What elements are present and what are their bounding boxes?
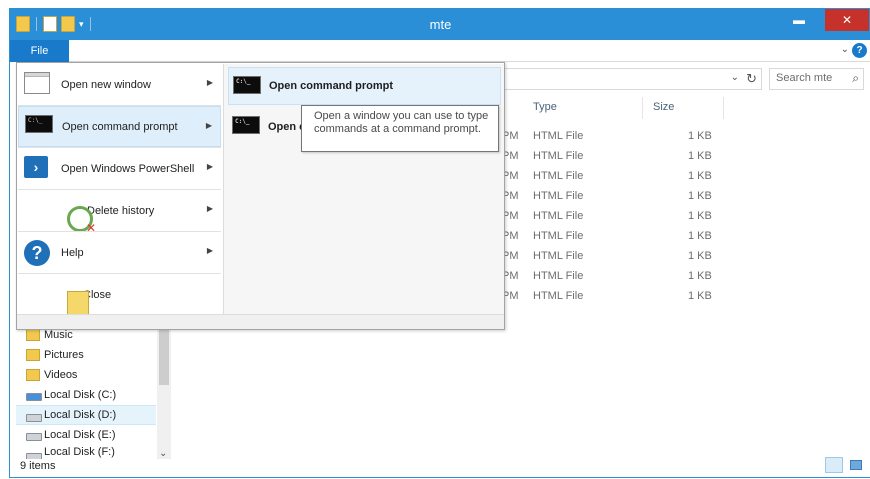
nav-item-label: Videos [44, 369, 78, 381]
size-cell: 1 KB [688, 130, 712, 142]
menu-item-open-new-window[interactable]: Open new window ▶ [18, 64, 221, 105]
menu-item-delete-history[interactable]: ✕ Delete history ▶ [18, 190, 221, 235]
submenu-item-open-command-prompt[interactable]: C:\_ Open command prompt [228, 67, 501, 105]
powershell-icon: › [24, 156, 48, 178]
nav-item-local-disk-d[interactable]: Local Disk (D:) [16, 405, 156, 425]
nav-scrollbar[interactable]: ⌄ [157, 325, 171, 459]
submenu-item-label: Open command prompt [269, 80, 394, 92]
customize-toolbar-icon[interactable]: ▾ [79, 19, 84, 30]
minimize-button[interactable]: ▬ [785, 9, 813, 31]
help-icon: ? [24, 240, 50, 266]
nav-item-local-disk-c[interactable]: Local Disk (C:) [16, 385, 156, 405]
submenu-arrow-icon: ▶ [206, 246, 213, 255]
command-prompt-icon: C:\_ [25, 115, 53, 133]
submenu-item-label: Open c [268, 121, 306, 133]
nav-item-pictures[interactable]: Pictures [16, 345, 156, 365]
menu-item-open-command-prompt[interactable]: C:\_ Open command prompt ▶ [18, 106, 221, 147]
nav-item-label: Pictures [44, 349, 84, 361]
item-count: 9 items [20, 460, 56, 472]
type-cell: HTML File [533, 170, 584, 182]
chevron-down-icon[interactable]: ⌄ [731, 72, 739, 83]
help-icon[interactable]: ? [852, 43, 867, 58]
details-view-icon[interactable] [825, 457, 843, 473]
type-cell: HTML File [533, 150, 584, 162]
search-input[interactable]: Search mte ⌕ [769, 68, 864, 90]
column-divider[interactable] [642, 97, 643, 119]
type-cell: HTML File [533, 250, 584, 262]
type-cell: HTML File [533, 230, 584, 242]
quick-access-toolbar: ▾ [16, 16, 93, 32]
menu-item-help[interactable]: ? Help ▶ [18, 232, 221, 273]
size-cell: 1 KB [688, 170, 712, 182]
type-cell: HTML File [533, 290, 584, 302]
ribbon-tabs: File ⌄ ? [10, 40, 870, 62]
size-cell: 1 KB [688, 290, 712, 302]
nav-item-local-disk-e[interactable]: Local Disk (E:) [16, 425, 156, 445]
navigation-pane: Music Pictures Videos Local Disk (C:) Lo… [16, 325, 171, 459]
folder-icon[interactable] [16, 16, 30, 32]
close-folder-icon [67, 290, 89, 315]
menu-item-label: Open command prompt [62, 120, 178, 133]
menu-item-close[interactable]: Close [18, 274, 221, 315]
properties-icon[interactable] [43, 16, 57, 32]
tooltip: Open a window you can use to type comman… [301, 105, 499, 152]
status-bar: 9 items [10, 455, 870, 477]
search-placeholder: Search mte [776, 72, 833, 84]
menu-item-label: Delete history [87, 204, 155, 217]
nav-item-label: Local Disk (C:) [44, 389, 117, 401]
nav-item-label: Local Disk (E:) [44, 429, 116, 441]
size-cell: 1 KB [688, 250, 712, 262]
new-window-icon [24, 72, 50, 94]
size-cell: 1 KB [688, 210, 712, 222]
size-cell: 1 KB [688, 230, 712, 242]
delete-history-icon: ✕ [67, 205, 96, 235]
file-submenu: C:\_ Open command prompt C:\_ Open c [223, 64, 504, 315]
file-menu-commands: Open new window ▶ C:\_ Open command prom… [17, 63, 222, 315]
scrollbar-thumb[interactable] [159, 325, 169, 385]
column-divider[interactable] [723, 97, 724, 119]
thumbnail-icon [850, 460, 862, 470]
type-cell: HTML File [533, 130, 584, 142]
size-cell: 1 KB [688, 150, 712, 162]
menu-item-label: Open new window [61, 78, 151, 91]
submenu-arrow-icon: ▶ [206, 204, 213, 213]
menu-item-open-powershell[interactable]: › Open Windows PowerShell ▶ [18, 148, 221, 189]
nav-item-videos[interactable]: Videos [16, 365, 156, 385]
size-cell: 1 KB [688, 270, 712, 282]
file-tab[interactable]: File [10, 40, 69, 62]
admin-command-prompt-icon: C:\_ [232, 116, 260, 134]
file-menu-footer [17, 314, 504, 329]
type-cell: HTML File [533, 270, 584, 282]
menu-item-label: Help [61, 246, 84, 259]
music-folder-icon [26, 329, 40, 341]
command-prompt-icon: C:\_ [233, 76, 261, 94]
file-menu: Open new window ▶ C:\_ Open command prom… [16, 62, 505, 330]
submenu-arrow-icon: ▶ [205, 121, 212, 130]
toolbar-divider [36, 17, 37, 31]
size-cell: 1 KB [688, 190, 712, 202]
search-icon[interactable]: ⌕ [852, 71, 859, 86]
disk-icon [26, 433, 42, 441]
disk-icon [26, 414, 42, 422]
videos-folder-icon [26, 369, 40, 381]
large-icons-view-icon[interactable] [847, 457, 865, 473]
new-folder-icon[interactable] [61, 16, 75, 32]
column-header-type[interactable]: Type [533, 101, 557, 113]
toolbar-divider [89, 17, 91, 31]
nav-item-label: Music [44, 329, 73, 341]
title-bar: ▾ mte ▬ ▫ ✕ [10, 9, 870, 40]
window-title: mte [429, 17, 452, 32]
refresh-icon[interactable]: ↻ [746, 71, 757, 87]
type-cell: HTML File [533, 190, 584, 202]
menu-item-label: Open Windows PowerShell [61, 162, 195, 175]
nav-item-label: Local Disk (D:) [44, 409, 117, 421]
submenu-arrow-icon: ▶ [206, 78, 213, 87]
column-header-size[interactable]: Size [653, 101, 674, 113]
type-cell: HTML File [533, 210, 584, 222]
close-button[interactable]: ✕ [825, 9, 869, 31]
pictures-folder-icon [26, 349, 40, 361]
expand-ribbon-icon[interactable]: ⌄ [841, 44, 849, 55]
system-disk-icon [26, 393, 42, 401]
submenu-arrow-icon: ▶ [206, 162, 213, 171]
